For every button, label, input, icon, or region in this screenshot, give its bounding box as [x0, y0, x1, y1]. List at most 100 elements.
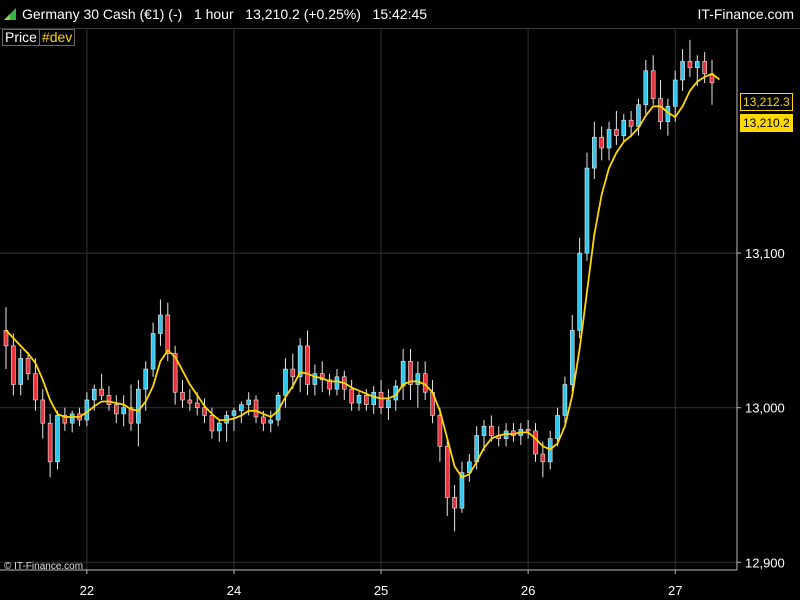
- candle: [643, 59, 649, 115]
- candle: [430, 379, 435, 424]
- chart-header: Germany 30 Cash (€1) (-) 1 hour 13,210.2…: [0, 0, 800, 29]
- candle: [511, 423, 516, 442]
- candle: [371, 386, 377, 414]
- candle: [319, 361, 325, 393]
- candle: [180, 379, 185, 408]
- candle-body: [525, 429, 531, 432]
- candle-body: [650, 70, 656, 99]
- candle: [408, 348, 413, 400]
- candle: [297, 338, 303, 393]
- candle: [709, 59, 715, 105]
- candle-body: [444, 446, 450, 498]
- candle: [687, 39, 693, 77]
- candle: [518, 423, 524, 445]
- candle: [562, 376, 568, 424]
- candle: [150, 322, 156, 377]
- candle: [452, 484, 457, 532]
- candle-body: [268, 419, 274, 424]
- candle: [614, 110, 619, 145]
- candle-body: [136, 388, 141, 424]
- candle-body: [143, 368, 149, 390]
- candle: [216, 420, 222, 442]
- candle: [680, 49, 685, 91]
- candle: [621, 114, 627, 142]
- brand-name: IT-Finance.com: [697, 6, 794, 22]
- grid-lines: [0, 29, 737, 570]
- candle: [584, 152, 590, 261]
- candle: [400, 348, 406, 400]
- candle-body: [378, 391, 384, 409]
- candle-body: [239, 404, 244, 412]
- price-chart[interactable]: 12,900 13,000 13,100 22 24 25 26 27: [0, 29, 800, 600]
- candle-body: [11, 345, 16, 385]
- candle-body: [599, 136, 604, 149]
- candle-body: [694, 61, 700, 68]
- candle-body: [40, 399, 46, 424]
- candle: [341, 370, 347, 400]
- candle: [444, 438, 450, 516]
- candle: [114, 395, 119, 424]
- candle-body: [400, 361, 406, 387]
- candle-body: [121, 407, 126, 415]
- candle: [415, 361, 421, 408]
- candle: [121, 395, 126, 427]
- candle-body: [194, 402, 200, 409]
- candle-body: [91, 388, 97, 401]
- candle: [665, 98, 671, 136]
- candle: [459, 461, 465, 513]
- candle-body: [614, 129, 619, 136]
- candle: [136, 379, 141, 447]
- candle-body: [628, 119, 634, 127]
- candle: [533, 423, 538, 462]
- last-price-tag: 13,210.2: [740, 114, 793, 132]
- candle: [592, 121, 597, 179]
- candle: [202, 398, 207, 424]
- ma-value-tag: 13,212.3: [740, 93, 793, 111]
- candle: [224, 410, 229, 442]
- candle-body: [349, 388, 354, 404]
- candle-body: [18, 357, 24, 385]
- candle: [386, 389, 391, 421]
- candles: [3, 39, 715, 532]
- candle-body: [643, 70, 649, 106]
- candle: [47, 413, 53, 478]
- candle: [606, 121, 612, 161]
- candle-body: [702, 61, 707, 75]
- candle-body: [672, 79, 678, 107]
- y-tick-label: 13,000: [745, 401, 785, 416]
- candle: [3, 307, 9, 370]
- candle-body: [584, 167, 590, 254]
- copyright-notice: © IT-Finance.com: [4, 561, 84, 572]
- candle: [525, 420, 531, 439]
- candle: [312, 364, 318, 396]
- candle-body: [33, 373, 38, 401]
- candle-body: [621, 119, 627, 136]
- candle-body: [114, 404, 119, 415]
- candle-body: [577, 252, 582, 331]
- x-tick-label: 22: [80, 583, 94, 598]
- candle: [467, 454, 472, 482]
- candle-body: [150, 333, 156, 370]
- candle: [253, 395, 259, 424]
- candle: [658, 80, 663, 130]
- candle-body: [687, 61, 693, 68]
- candle-body: [452, 497, 457, 509]
- candle-body: [209, 415, 215, 432]
- x-tick-label: 24: [227, 583, 241, 598]
- candle: [239, 401, 244, 424]
- candle-body: [636, 104, 641, 127]
- candle: [378, 379, 384, 414]
- candle-body: [386, 399, 391, 409]
- candle-body: [371, 391, 377, 405]
- candle: [11, 333, 16, 396]
- candle-body: [158, 314, 163, 334]
- candle-body: [165, 314, 171, 354]
- candle-body: [180, 391, 185, 401]
- ma-line: [5, 72, 720, 479]
- candle: [650, 55, 656, 105]
- candle-body: [356, 395, 362, 404]
- candle: [99, 373, 104, 400]
- candle-body: [569, 330, 575, 385]
- candle: [62, 407, 68, 431]
- instrument-title: Germany 30 Cash (€1) (-) 1 hour 13,210.2…: [22, 6, 428, 22]
